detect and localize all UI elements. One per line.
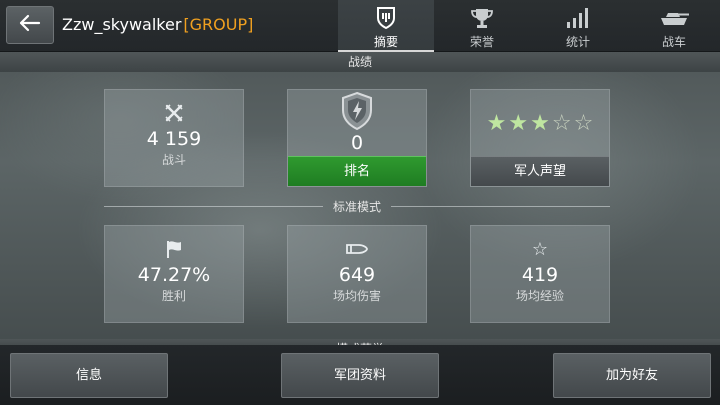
star-filled-icon: ★ [486,111,507,136]
battles-value: 4 159 [146,128,202,150]
tank-icon [658,6,690,30]
rank-shield-icon [288,90,426,132]
section-title: 战绩 [0,52,720,72]
rank-button[interactable]: 排名 [288,156,426,186]
mode-divider: 标准模式 [104,198,611,214]
wins-value: 47.27% [137,264,211,286]
star-outline-icon: ☆ [531,238,549,260]
bar-chart-icon [565,6,591,30]
tab-vehicles[interactable]: 战车 [626,0,720,52]
damage-value: 649 [338,264,376,286]
damage-card: 649 场均伤害 [287,225,427,323]
top-bar: Zzw_skywalker [GROUP] 摘要 荣誉 统计 战车 [0,0,720,52]
tab-label: 统计 [565,35,590,49]
reputation-card: ★ ★ ★ ☆ ☆ 军人声望 [470,89,610,187]
tab-bar: 摘要 荣誉 统计 战车 [338,0,720,52]
tab-label: 战车 [661,35,686,49]
wins-card: 47.27% 胜利 [104,225,244,323]
player-name: Zzw_skywalker [62,15,182,34]
flag-icon [105,238,243,260]
battles-card: 4 159 战斗 [104,89,244,187]
summary-shield-icon [375,6,397,30]
experience-card: ☆ 419 场均经验 [470,225,610,323]
trophy-icon [470,6,494,30]
star-filled-icon: ★ [508,111,529,136]
star-empty-icon: ☆ [551,111,572,136]
add-friend-button[interactable]: 加为好友 [553,353,711,398]
star-filled-icon: ★ [530,111,550,136]
tab-label: 荣誉 [469,35,494,49]
shell-icon [288,238,426,260]
rank-card: 0 排名 [287,89,427,187]
reputation-stars: ★ ★ ★ ☆ ☆ [471,112,609,136]
experience-value: 419 [521,264,559,286]
wins-label: 胜利 [161,289,186,303]
tab-honors[interactable]: 荣誉 [434,0,530,52]
clan-tag[interactable]: [GROUP] [183,15,253,34]
star-empty-icon: ☆ [573,111,594,136]
rank-value: 0 [350,132,364,154]
tab-summary[interactable]: 摘要 [338,0,434,52]
tab-statistics[interactable]: 统计 [530,0,626,52]
mode-title: 标准模式 [333,199,382,214]
clan-profile-button[interactable]: 军团资料 [281,353,439,398]
info-button[interactable]: 信息 [10,353,168,398]
bottom-bar: 信息 军团资料 加为好友 [0,345,720,405]
divider-line [391,205,611,207]
reputation-button[interactable]: 军人声望 [471,156,609,186]
player-name-line: Zzw_skywalker [GROUP] [62,14,253,36]
damage-label: 场均伤害 [332,289,381,303]
crossed-swords-icon [105,102,243,124]
divider-line [104,205,323,207]
battles-label: 战斗 [161,153,186,167]
tab-label: 摘要 [373,35,398,49]
arrow-left-icon [19,14,41,36]
back-button[interactable] [6,6,54,44]
experience-label: 场均经验 [515,289,564,303]
